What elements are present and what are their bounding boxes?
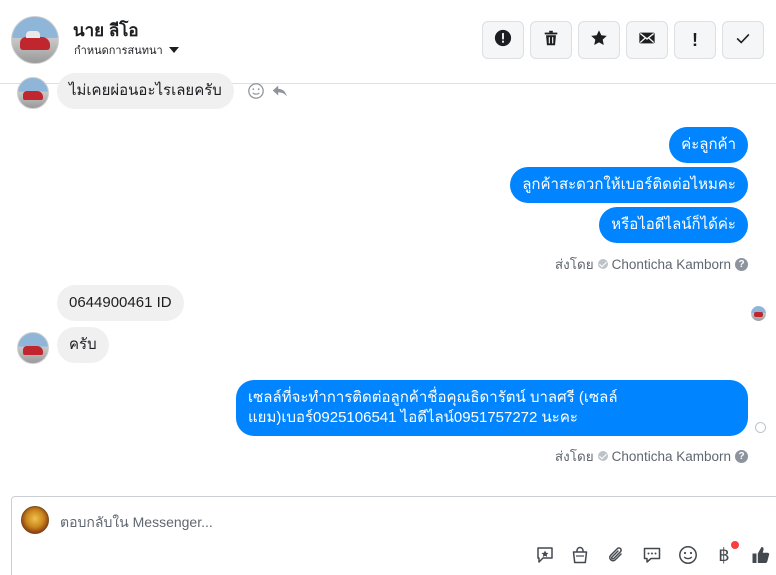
emoji-icon[interactable] [677,544,699,566]
verified-check-icon [597,451,608,461]
outgoing-message[interactable]: ลูกค้าสะดวกให้เบอร์ติดต่อไหมคะ [510,167,748,203]
contact-message-avatar [17,77,49,109]
incoming-message[interactable]: ไม่เคยผ่อนอะไรเลยครับ [57,73,234,109]
contact-avatar[interactable] [11,16,59,64]
trash-icon [542,29,560,52]
reply-icon[interactable] [271,82,289,105]
incoming-message[interactable]: 0644900461 ID [57,285,184,321]
sent-by-label: ส่งโดย Chonticha Kamborn ? [555,253,748,275]
saved-reply-icon[interactable] [534,544,556,566]
envelope-icon [638,29,656,52]
incoming-message[interactable]: ครับ [57,327,109,363]
help-icon[interactable]: ? [735,449,748,463]
message-composer[interactable]: ตอบกลับใน Messenger... ฿ [11,496,776,575]
report-button[interactable] [482,21,524,59]
mark-done-button[interactable] [722,21,764,59]
outgoing-message[interactable]: ค่ะลูกค้า [669,127,748,163]
delete-button[interactable] [530,21,572,59]
star-icon [590,29,608,52]
conversation-schedule-dropdown[interactable]: กำหนดการสนทนา [74,41,179,59]
seen-avatar [751,306,766,321]
chat-bubbles-icon[interactable] [641,544,663,566]
notification-dot [731,541,739,549]
sent-by-agent[interactable]: Chonticha Kamborn [612,257,731,272]
conversation-schedule-label: กำหนดการสนทนา [74,45,163,57]
sent-by-agent[interactable]: Chonticha Kamborn [612,449,731,464]
delivered-status-icon [755,422,766,433]
reply-input[interactable]: ตอบกลับใน Messenger... [60,512,213,534]
outgoing-message[interactable]: เซลล์ที่จะทำการติดต่อลูกค้าชื่อคุณธิดารั… [236,380,748,436]
sent-by-prefix: ส่งโดย [554,449,594,464]
like-icon[interactable] [750,544,772,566]
exclamation-icon: ! [692,29,698,50]
contact-message-avatar [17,332,49,364]
help-icon[interactable]: ? [735,257,748,271]
contact-name[interactable]: นาย ลีโอ [73,17,139,44]
outgoing-message[interactable]: หรือไอดีไลน์ก็ได้ค่ะ [599,207,748,243]
attachment-icon[interactable] [605,544,627,566]
spam-button[interactable]: ! [674,21,716,59]
check-icon [734,29,752,52]
alert-circle-icon [494,29,512,52]
star-button[interactable] [578,21,620,59]
verified-check-icon [597,259,608,269]
caret-down-icon [168,47,179,53]
shop-bag-icon[interactable] [569,544,591,566]
message-thread[interactable]: ไม่เคยผ่อนอะไรเลยครับ ค่ะลูกค้า ลูกค้าสะ… [0,73,776,495]
sent-by-label: ส่งโดย Chonticha Kamborn ? [555,445,748,467]
mark-unread-button[interactable] [626,21,668,59]
conversation-header: นาย ลีโอ กำหนดการสนทนา ! [0,0,776,84]
page-avatar [21,506,49,534]
emoji-reaction-icon[interactable] [247,82,265,105]
sent-by-prefix: ส่งโดย [554,257,594,272]
